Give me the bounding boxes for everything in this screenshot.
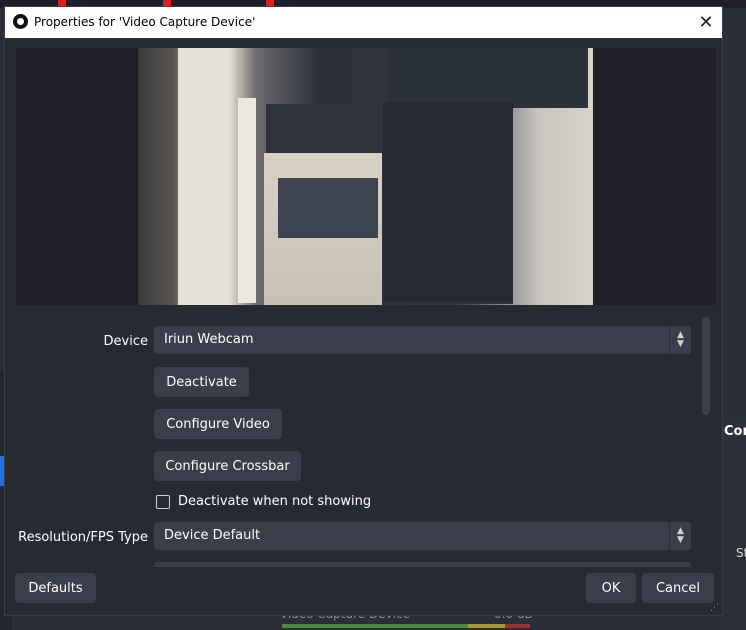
configure-crossbar-button[interactable]: Configure Crossbar — [154, 451, 301, 481]
cancel-button[interactable]: Cancel — [642, 573, 714, 603]
deactivate-button[interactable]: Deactivate — [154, 367, 249, 397]
video-preview-image — [138, 48, 593, 305]
preview-dark-region — [278, 178, 378, 238]
dialog-title: Properties for 'Video Capture Device' — [34, 15, 256, 29]
resolution-fps-type-label: Resolution/FPS Type — [18, 530, 148, 545]
close-icon: ✕ — [698, 12, 714, 33]
preview-bar — [238, 98, 256, 303]
preview-monitor-inner — [383, 102, 513, 302]
properties-scrollbar[interactable] — [702, 317, 710, 415]
preview-screen-region — [388, 48, 588, 108]
resize-grip-icon[interactable]: ⋰ — [710, 603, 720, 613]
properties-panel: Device Iriun Webcam ▲ ▼ Deactivate Config… — [16, 311, 716, 567]
device-select[interactable]: Iriun Webcam ▲ ▼ — [154, 326, 691, 354]
resolution-fps-type-value: Device Default — [164, 528, 261, 543]
partially-hidden-select[interactable] — [154, 562, 691, 567]
background-controls-panel — [722, 420, 746, 630]
obs-logo-icon — [13, 14, 28, 29]
ok-button[interactable]: OK — [586, 573, 636, 603]
close-button[interactable]: ✕ — [690, 7, 722, 38]
configure-video-button[interactable]: Configure Video — [154, 409, 282, 439]
deactivate-when-not-showing-checkbox[interactable] — [156, 495, 170, 509]
background-controls-header: Con — [724, 424, 746, 439]
background-controls-item[interactable]: St — [736, 546, 746, 560]
deactivate-when-not-showing-label[interactable]: Deactivate when not showing — [178, 494, 371, 509]
device-label: Device — [103, 334, 148, 349]
resolution-fps-type-select[interactable]: Device Default ▲ ▼ — [154, 522, 691, 550]
chevron-updown-icon: ▲ ▼ — [669, 326, 691, 354]
device-select-value: Iriun Webcam — [164, 332, 254, 347]
background-audio-meter — [282, 624, 530, 628]
preview-wall-strip — [178, 48, 228, 305]
defaults-button[interactable]: Defaults — [15, 573, 96, 603]
video-preview-area — [16, 48, 716, 305]
dialog-titlebar[interactable]: Properties for 'Video Capture Device' ✕ — [5, 7, 722, 38]
chevron-updown-icon: ▲ ▼ — [669, 522, 691, 550]
properties-dialog: Properties for 'Video Capture Device' ✕ … — [4, 6, 723, 616]
